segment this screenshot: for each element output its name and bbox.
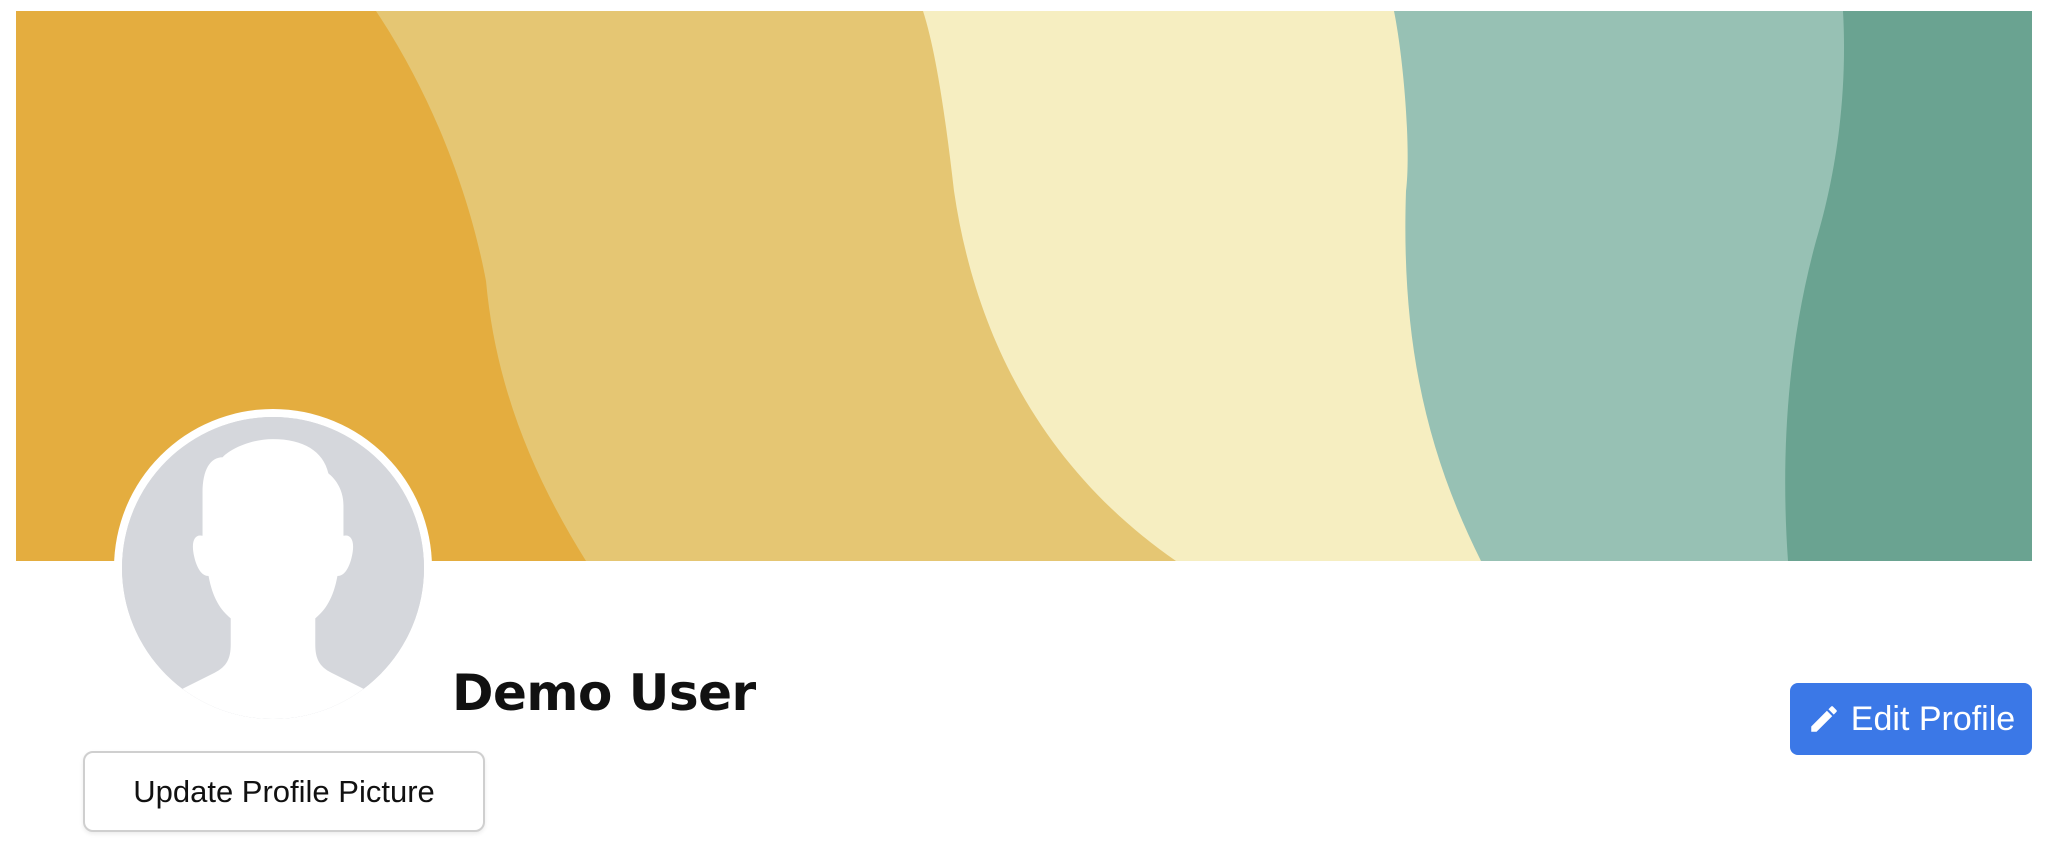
- profile-name: Demo User: [452, 664, 756, 722]
- avatar[interactable]: [114, 409, 432, 727]
- edit-profile-button[interactable]: Edit Profile: [1790, 683, 2032, 755]
- pencil-icon: [1807, 702, 1841, 736]
- update-profile-picture-button[interactable]: Update Profile Picture: [83, 751, 485, 832]
- profile-page: Demo User Edit Profile Update Profile Pi…: [0, 0, 2046, 854]
- edit-profile-label: Edit Profile: [1850, 699, 2016, 738]
- person-silhouette-icon: [122, 417, 424, 719]
- avatar-image: [122, 417, 424, 719]
